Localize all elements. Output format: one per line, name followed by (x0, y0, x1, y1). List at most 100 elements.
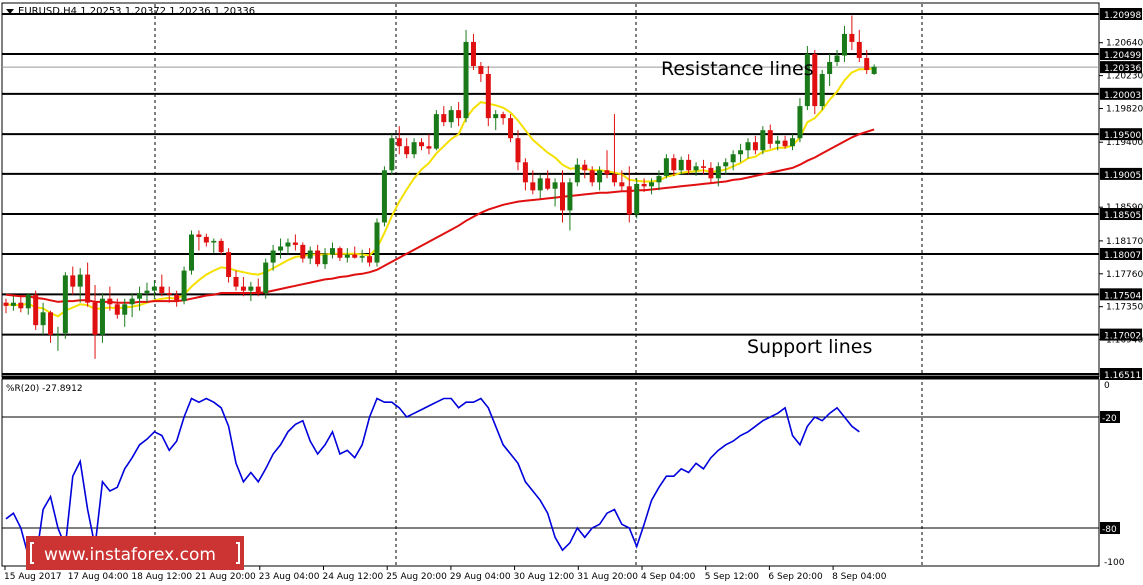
candle-body (359, 256, 365, 258)
candle-body (300, 244, 306, 259)
candle-body (433, 114, 439, 149)
candle-body (589, 170, 595, 183)
candle-body (775, 140, 781, 144)
candle-body (582, 164, 588, 171)
candle-body (166, 293, 172, 295)
candle-body (285, 242, 291, 247)
wpr-tick-label: 0 (1104, 381, 1110, 391)
candle-body (344, 254, 350, 258)
candle-body (656, 175, 662, 183)
candle-body (203, 236, 209, 243)
candle-body (782, 140, 788, 147)
candle-body (40, 312, 46, 326)
candle-body (278, 246, 284, 251)
candle-body (485, 74, 491, 119)
candle-body (752, 142, 758, 151)
candle-body (337, 248, 343, 258)
candle-body (352, 254, 358, 258)
candle-body (560, 182, 565, 211)
candle-body (708, 167, 714, 179)
candle (181, 266, 187, 305)
candle-body (411, 142, 417, 155)
watermark-logo: www.instaforex.com (26, 536, 244, 570)
candle-body (181, 270, 187, 302)
candle-body (218, 240, 224, 253)
candle-body (389, 138, 395, 171)
wpr-level-label: -80 (1102, 525, 1117, 535)
candle-body (537, 178, 543, 191)
candle-body (419, 142, 425, 147)
wpr-tick-label: -100 (1104, 558, 1125, 568)
candle-body (864, 57, 870, 71)
indicator-title: %R(20) -27.8912 (6, 384, 83, 394)
candle-body (10, 302, 16, 306)
candle-body (470, 41, 476, 66)
candle-body (849, 33, 855, 42)
level-price-label: 1.20499 (1104, 51, 1141, 61)
candle-body (174, 294, 180, 302)
candle-body (515, 138, 521, 163)
candle-body (33, 294, 39, 326)
chart-window: 1.20998 1.20499 1.20003 1.19500 1.19005 1.185… (0, 0, 1143, 585)
time-tick-label: 31 Aug 20:00 (577, 572, 638, 582)
candle-body (255, 286, 261, 294)
candle-body (25, 294, 31, 309)
candle-body (122, 304, 128, 315)
candle-body (790, 138, 796, 147)
candle-body (107, 298, 113, 305)
time-tick-label: 25 Aug 20:00 (386, 572, 447, 582)
candle-body (700, 166, 706, 168)
candle-body (693, 166, 699, 171)
candle-body (767, 130, 773, 144)
watermark-text: www.instaforex.com (44, 545, 216, 565)
candle-body (686, 159, 692, 171)
candle (218, 238, 224, 255)
price-tick-label: 1.16940 (1106, 336, 1143, 346)
candle-body (871, 66, 877, 75)
price-tick-label: 1.17350 (1106, 303, 1143, 313)
chart-canvas: 1.209981.204991.200031.195001.190051.185… (1, 2, 1143, 582)
candle-body (500, 114, 506, 119)
candle-body (797, 106, 803, 139)
candle-body (715, 166, 721, 179)
candle-body (827, 61, 833, 75)
candle-body (48, 312, 54, 335)
time-tick-label: 17 Aug 04:00 (68, 572, 129, 582)
candle (634, 178, 640, 219)
level-price-label: 1.17504 (1104, 291, 1141, 301)
candle (760, 126, 766, 155)
candle-body (144, 290, 150, 294)
candle-body (448, 110, 454, 123)
candle-body (233, 276, 239, 287)
candle-body (611, 174, 617, 183)
candle-body (3, 302, 9, 306)
price-tick-label: 1.18170 (1106, 237, 1143, 247)
candle-body (619, 182, 625, 187)
time-tick-label: 8 Sep 04:00 (832, 572, 887, 582)
time-tick-label: 5 Sep 12:00 (705, 572, 760, 582)
candle-body (226, 252, 232, 277)
price-panel-frame (1, 2, 1100, 378)
price-tick-label: 1.18590 (1106, 203, 1143, 213)
candle-body (315, 250, 321, 265)
candle (433, 110, 439, 151)
chart-title: EURUSD,H4 1.20253 1.20372 1.20236 1.2033… (18, 6, 255, 17)
candle (508, 114, 514, 143)
candle (263, 258, 269, 299)
price-tick-label: 1.20230 (1106, 72, 1143, 82)
candle-body (196, 234, 202, 237)
level-price-label: 1.20003 (1104, 91, 1141, 101)
candle (819, 70, 825, 111)
candle-body (99, 298, 105, 335)
candle-body (834, 55, 840, 62)
level-price-label: 1.16511 (1104, 371, 1141, 381)
candle-body (671, 158, 677, 171)
time-tick-label: 21 Aug 20:00 (195, 572, 256, 582)
candle (463, 29, 469, 123)
time-tick-label: 18 Aug 12:00 (131, 572, 192, 582)
candle-body (240, 286, 246, 291)
price-tick-label: 1.19400 (1106, 138, 1143, 148)
candle-body (574, 164, 580, 183)
candle-body (159, 286, 165, 294)
time-tick-label: 6 Sep 20:00 (768, 572, 823, 582)
